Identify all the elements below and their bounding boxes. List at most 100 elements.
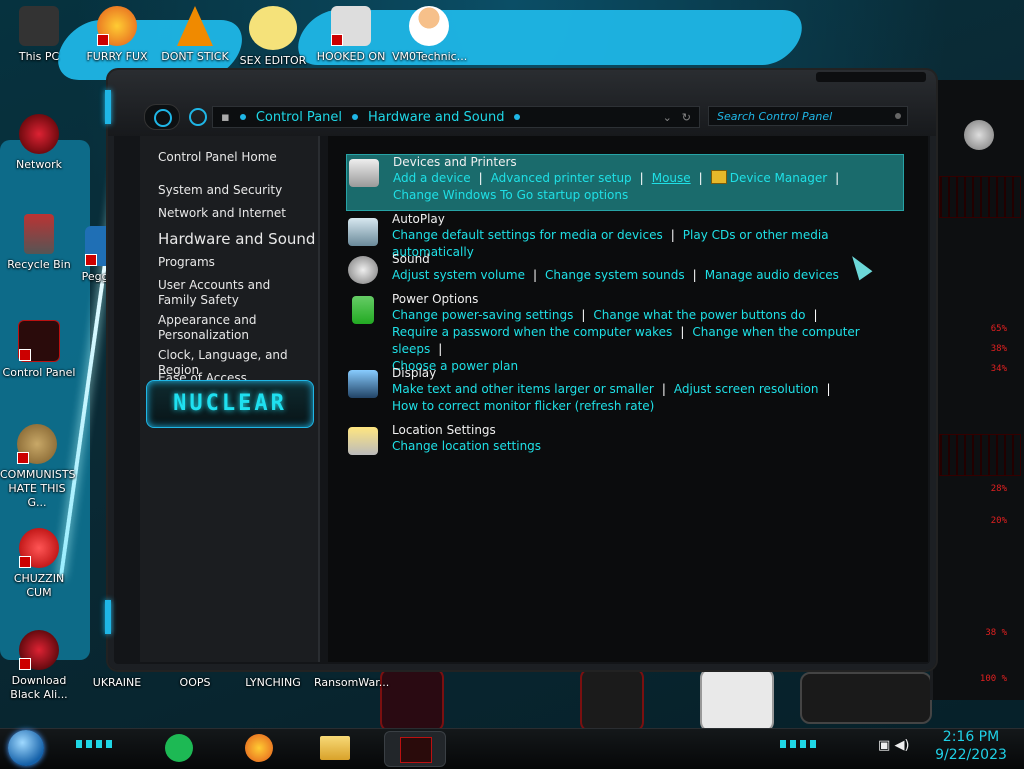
taskbar-app-file-explorer[interactable] — [318, 731, 352, 765]
forward-button[interactable] — [180, 104, 207, 128]
back-button[interactable] — [144, 104, 180, 130]
desktop-icon-communists[interactable]: COMMUNISTS HATE THIS G... — [0, 424, 76, 510]
chevron-down-icon[interactable]: ⌄ — [663, 111, 672, 124]
widget-label: 34% — [990, 364, 1007, 374]
address-bar[interactable]: ▪ Control Panel Hardware and Sound ⌄ ↻ — [212, 106, 700, 128]
category-power-options: Power Options Change power-saving settin… — [346, 292, 902, 373]
desktop-icon-label: CHUZZIN CUM — [13, 572, 65, 599]
desktop-icon-network[interactable]: Network — [2, 114, 76, 172]
category-title[interactable]: Power Options — [392, 292, 478, 306]
control-panel-icon — [400, 737, 432, 763]
category-title[interactable]: Display — [392, 366, 436, 380]
link-advanced-printer-setup[interactable]: Advanced printer setup — [491, 171, 632, 185]
desktop-icon-control-panel[interactable]: Control Panel — [2, 320, 76, 380]
desktop-icon-recycle-bin[interactable]: Recycle Bin — [2, 214, 76, 272]
folder-icon: ▪ — [221, 109, 230, 125]
taskbar-app-firefox[interactable] — [242, 731, 276, 765]
taskbar-clock[interactable]: 2:16 PM 9/22/2023 — [928, 728, 1014, 764]
taskbar-app-notes[interactable] — [162, 731, 196, 765]
taskbar-app-control-panel[interactable] — [384, 731, 446, 767]
start-button[interactable] — [8, 730, 44, 766]
category-title[interactable]: Location Settings — [392, 423, 496, 437]
category-title[interactable]: Sound — [392, 252, 430, 266]
control-panel-icon — [18, 320, 60, 362]
desktop-icon-chuzzin[interactable]: CHUZZIN CUM — [2, 528, 76, 600]
control-panel-window: ▪ Control Panel Hardware and Sound ⌄ ↻ C… — [105, 70, 936, 670]
category-devices-and-printers[interactable]: Devices and Printers Add a device | Advanc… — [346, 154, 904, 211]
link-adjust-volume[interactable]: Adjust system volume — [392, 268, 525, 282]
widget-label: 28% — [990, 484, 1007, 494]
desktop-icon-furry-fux[interactable]: FURRY FUX — [80, 6, 154, 64]
widget-label: 38% — [990, 344, 1007, 354]
desktop-icon-download-black-ali[interactable]: Download Black Ali... — [2, 630, 76, 702]
category-sound: Sound Adjust system volume | Change system… — [346, 252, 902, 288]
link-require-password[interactable]: Require a password when the computer wak… — [392, 325, 672, 339]
person-icon — [409, 6, 449, 46]
desktop-icon-ukraine[interactable]: UKRAINE — [80, 676, 154, 690]
volume-icon[interactable]: ◀) — [894, 738, 909, 753]
desktop-icon-dont-stick[interactable]: DONT STICK — [158, 6, 232, 64]
sidebar-item-hardware-and-sound[interactable]: Hardware and Sound — [158, 232, 318, 247]
alien-icon — [19, 630, 59, 670]
sidebar: Control Panel Home System and Security N… — [140, 136, 320, 662]
desktop-icon-lynching[interactable]: LYNCHING — [236, 676, 310, 690]
link-manage-audio-devices[interactable]: Manage audio devices — [705, 268, 839, 282]
clock-time: 2:16 PM — [942, 729, 1000, 745]
breadcrumb-control-panel[interactable]: Control Panel — [256, 110, 342, 125]
recycle-bin-icon — [24, 214, 54, 254]
chuzzle-icon — [19, 528, 59, 568]
app-icon — [331, 6, 371, 46]
link-mouse[interactable]: Mouse — [652, 171, 691, 185]
link-text-size[interactable]: Make text and other items larger or smal… — [392, 382, 654, 396]
link-windows-to-go[interactable]: Change Windows To Go startup options — [393, 188, 628, 202]
category-links: Make text and other items larger or smal… — [392, 382, 831, 413]
widget-label: 38 % — [985, 628, 1007, 638]
clock-date: 9/22/2023 — [935, 747, 1007, 763]
firefox-icon — [245, 734, 273, 762]
search-icon[interactable] — [895, 113, 901, 119]
sidebar-item-programs[interactable]: Programs — [158, 255, 318, 270]
link-device-manager[interactable]: Device Manager — [730, 171, 827, 185]
taskbar — [0, 728, 1024, 769]
desktop-icon-label: DONT STICK — [161, 50, 229, 63]
link-add-a-device[interactable]: Add a device — [393, 171, 471, 185]
desktop-icon-label: Recycle Bin — [7, 258, 71, 271]
desktop-icon-oops[interactable]: OOPS — [158, 676, 232, 690]
category-title[interactable]: AutoPlay — [392, 212, 445, 226]
desktop-icon-ransomware[interactable]: RansomWar... — [314, 676, 389, 690]
cartoon-face-icon — [249, 6, 297, 50]
desktop-icon-label: FURRY FUX — [86, 50, 148, 63]
sidebar-item-appearance[interactable]: Appearance and Personalization — [158, 313, 268, 343]
desktop-icon-sex-editor[interactable]: SEX EDITOR — [236, 6, 310, 68]
link-change-system-sounds[interactable]: Change system sounds — [545, 268, 685, 282]
network-tray-icon[interactable]: ▣ — [878, 738, 890, 753]
category-links: Add a device | Advanced printer setup | Mous… — [393, 170, 840, 202]
sidebar-item-user-accounts[interactable]: User Accounts and Family Safety — [158, 278, 304, 308]
link-power-saving-settings[interactable]: Change power-saving settings — [392, 308, 573, 322]
desktop-icon-this-pc[interactable]: This PC — [2, 6, 76, 64]
sidebar-item-system-and-security[interactable]: System and Security — [158, 183, 318, 198]
link-monitor-flicker[interactable]: How to correct monitor flicker (refresh … — [392, 399, 654, 413]
battery-icon — [352, 296, 374, 324]
monitor-icon — [348, 370, 378, 398]
desktop-icon-label: Network — [16, 158, 62, 171]
desktop-icon-hooked-on[interactable]: HOOKED ON — [314, 6, 388, 64]
refresh-icon[interactable]: ↻ — [682, 111, 691, 124]
category-links: Change location settings — [392, 438, 541, 455]
autoplay-icon — [348, 218, 378, 246]
nuclear-logo: NUCLEAR — [146, 380, 314, 428]
sidebar-item-control-panel-home[interactable]: Control Panel Home — [158, 150, 318, 165]
link-change-location-settings[interactable]: Change location settings — [392, 439, 541, 453]
cpu-graph — [939, 176, 1021, 218]
speaker-icon — [348, 256, 378, 284]
category-title[interactable]: Devices and Printers — [393, 155, 517, 169]
link-screen-resolution[interactable]: Adjust screen resolution — [674, 382, 819, 396]
search-box[interactable] — [708, 106, 908, 126]
sidebar-item-network-and-internet[interactable]: Network and Internet — [158, 206, 318, 221]
breadcrumb-hardware-and-sound[interactable]: Hardware and Sound — [368, 110, 504, 125]
desktop-icon-vm0technic[interactable]: VM0Technic... — [392, 6, 467, 64]
search-input[interactable] — [715, 108, 889, 124]
desktop-icon-label: COMMUNISTS HATE THIS G... — [0, 468, 76, 509]
link-change-default-media[interactable]: Change default settings for media or dev… — [392, 228, 663, 242]
link-power-buttons[interactable]: Change what the power buttons do — [593, 308, 805, 322]
